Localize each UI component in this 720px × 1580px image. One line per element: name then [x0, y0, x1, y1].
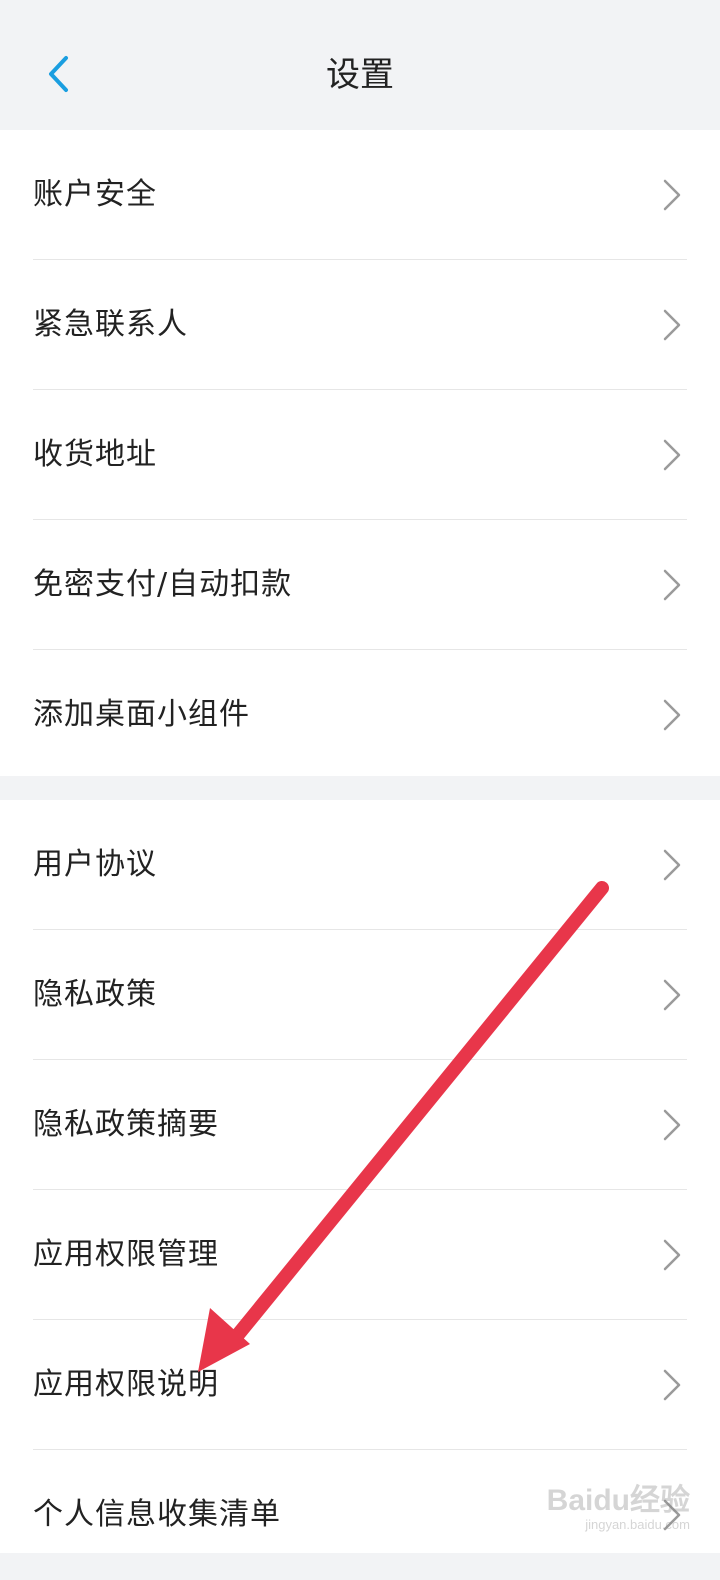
chevron-right-icon: [663, 1369, 681, 1401]
settings-group-legal: 用户协议 隐私政策 隐私政策摘要 应用权限管理 应用权限说明 个人信息收集清单: [0, 800, 720, 1553]
chevron-right-icon: [663, 1239, 681, 1271]
settings-item-emergency-contact[interactable]: 紧急联系人: [0, 260, 720, 390]
top-bar: 设置: [0, 0, 720, 130]
settings-item-label: 免密支付/自动扣款: [33, 567, 293, 602]
page-title: 设置: [326, 55, 394, 95]
settings-item-label: 应用权限说明: [33, 1367, 219, 1402]
chevron-right-icon: [663, 569, 681, 601]
settings-item-permission-management[interactable]: 应用权限管理: [0, 1190, 720, 1320]
settings-item-label: 用户协议: [33, 847, 157, 882]
chevron-right-icon: [663, 699, 681, 731]
chevron-right-icon: [663, 1109, 681, 1141]
settings-item-privacy-policy[interactable]: 隐私政策: [0, 930, 720, 1060]
chevron-right-icon: [663, 179, 681, 211]
settings-item-shipping-address[interactable]: 收货地址: [0, 390, 720, 520]
settings-item-label: 应用权限管理: [33, 1237, 219, 1272]
settings-item-user-agreement[interactable]: 用户协议: [0, 800, 720, 930]
baidu-watermark: Baidu经验 jingyan.baidu.com: [490, 1475, 690, 1545]
chevron-right-icon: [663, 849, 681, 881]
settings-item-permission-description[interactable]: 应用权限说明: [0, 1320, 720, 1450]
chevron-right-icon: [663, 439, 681, 471]
chevron-right-icon: [663, 309, 681, 341]
settings-item-label: 添加桌面小组件: [33, 697, 250, 732]
settings-item-password-free-payment[interactable]: 免密支付/自动扣款: [0, 520, 720, 650]
settings-item-label: 隐私政策摘要: [33, 1107, 219, 1142]
settings-item-account-security[interactable]: 账户安全: [0, 130, 720, 260]
settings-item-label: 个人信息收集清单: [33, 1497, 281, 1532]
watermark-sub: jingyan.baidu.com: [585, 1517, 690, 1532]
settings-item-privacy-summary[interactable]: 隐私政策摘要: [0, 1060, 720, 1190]
settings-item-label: 账户安全: [33, 177, 157, 212]
chevron-right-icon: [663, 979, 681, 1011]
settings-item-label: 收货地址: [33, 437, 157, 472]
settings-item-label: 隐私政策: [33, 977, 157, 1012]
settings-group-account: 账户安全 紧急联系人 收货地址 免密支付/自动扣款 添加桌面小组件: [0, 130, 720, 776]
settings-item-label: 紧急联系人: [33, 307, 188, 342]
watermark-main: Baidu经验: [546, 1484, 690, 1517]
settings-item-add-widget[interactable]: 添加桌面小组件: [0, 650, 720, 780]
